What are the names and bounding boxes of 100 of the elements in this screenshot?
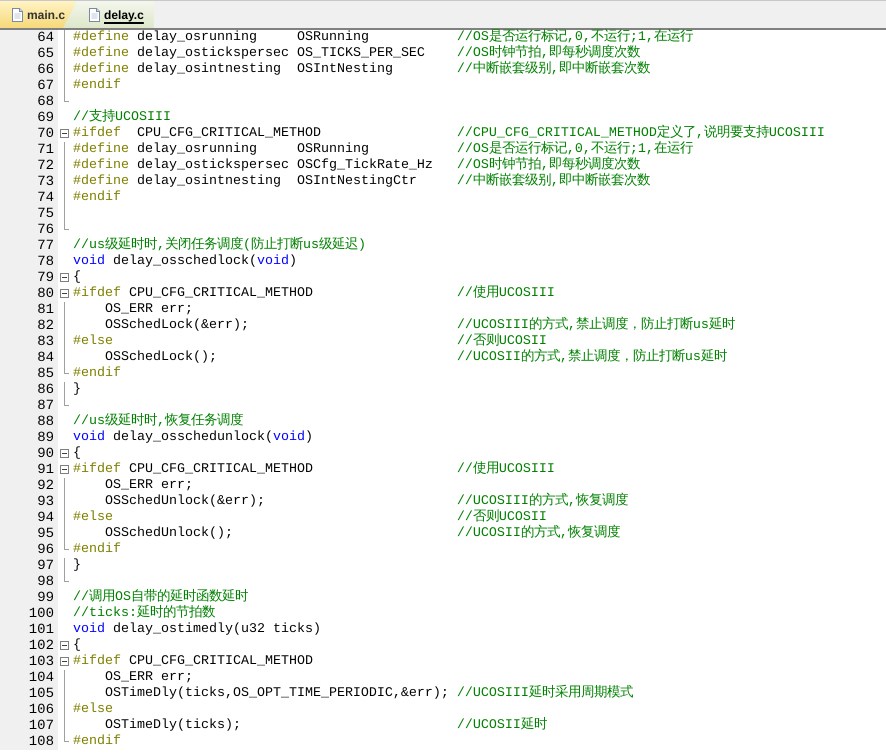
code-comment: //使用UCOSIII <box>456 462 555 478</box>
line-number: 88 <box>0 414 58 430</box>
code-text: OSSchedUnlock(&err); <box>104 494 265 510</box>
preprocessor-directive: #endif <box>73 190 121 206</box>
code-comment: //UCOSII的方式,恢复调度 <box>456 526 620 542</box>
code-text: ) <box>304 430 313 446</box>
line-number: 90 <box>0 446 58 462</box>
code-text: } <box>73 382 81 398</box>
file-tab[interactable]: delay.c <box>63 1 154 28</box>
line-number: 101 <box>0 622 58 638</box>
file-tab[interactable]: main.c <box>0 1 76 28</box>
preprocessor-directive: #else <box>73 702 113 718</box>
line-number: 98 <box>0 574 58 590</box>
preprocessor-directive: #ifdef <box>73 462 121 478</box>
line-number: 76 <box>0 222 58 238</box>
code-comment: //使用UCOSIII <box>456 286 555 302</box>
code-comment: //ticks:延时的节拍数 <box>73 606 215 622</box>
code-text: CPU_CFG_CRITICAL_METHOD <box>128 462 313 478</box>
preprocessor-directive: #endif <box>73 366 121 382</box>
code-text: delay_ostickspersec OS_TICKS_PER_SEC <box>136 46 425 62</box>
code-comment: //UCOSII延时 <box>456 718 547 734</box>
line-number: 91 <box>0 462 58 478</box>
line-number: 100 <box>0 606 58 622</box>
line-number: 89 <box>0 430 58 446</box>
line-number: 107 <box>0 718 58 734</box>
code-text: CPU_CFG_CRITICAL_METHOD <box>136 126 321 142</box>
line-number: 94 <box>0 510 58 526</box>
fold-end-mark <box>64 373 69 374</box>
line-number: 102 <box>0 638 58 654</box>
code-comment: //否则UCOSII <box>456 510 547 525</box>
code-comment: //OS时钟节拍,即每秒调度次数 <box>456 158 640 173</box>
code-keyword: void <box>73 254 105 270</box>
code-text: CPU_CFG_CRITICAL_METHOD <box>128 286 313 302</box>
line-number: 66 <box>0 62 58 78</box>
preprocessor-directive: #endif <box>73 78 121 94</box>
fold-end-mark <box>64 549 69 550</box>
line-number: 96 <box>0 542 58 558</box>
preprocessor-directive: #define <box>73 46 129 62</box>
preprocessor-directive: #else <box>73 334 113 350</box>
code-text: delay_osrunning OSRunning <box>136 30 369 46</box>
code-comment: //中断嵌套级别,即中断嵌套次数 <box>456 62 650 78</box>
line-number: 93 <box>0 494 58 510</box>
code-comment: //中断嵌套级别,即中断嵌套次数 <box>456 174 650 190</box>
file-icon <box>89 8 100 22</box>
code-text: OSSchedLock(&err); <box>104 318 249 334</box>
line-number: 78 <box>0 254 58 270</box>
code-comment: //OS是否运行标记,0,不运行;1,在运行 <box>456 30 693 45</box>
code-text: delay_ostickspersec OSCfg_TickRate_Hz <box>136 158 433 174</box>
line-number: 106 <box>0 702 58 718</box>
preprocessor-directive: #else <box>73 510 113 526</box>
line-number: 79 <box>0 270 58 286</box>
code-text: OS_ERR err; <box>104 478 193 494</box>
code-keyword: void <box>73 622 105 638</box>
preprocessor-directive: #ifdef <box>73 126 121 142</box>
line-number: 81 <box>0 302 58 318</box>
code-keyword: void <box>256 254 289 270</box>
preprocessor-directive: #ifdef <box>73 286 121 302</box>
code-text: delay_osschedunlock( <box>112 430 273 446</box>
code-comment: //UCOSIII的方式,禁止调度，防止打断us延时 <box>456 318 735 333</box>
code-text: { <box>73 446 81 462</box>
code-keyword: void <box>73 430 105 446</box>
code-text: ) <box>288 254 297 270</box>
line-number: 68 <box>0 94 58 110</box>
code-text: OSSchedUnlock(); <box>104 526 233 542</box>
code-text: CPU_CFG_CRITICAL_METHOD <box>128 654 313 670</box>
code-text: OS_ERR err; <box>104 670 193 686</box>
code-text: delay_osschedlock( <box>112 254 257 270</box>
fold-end-mark <box>64 581 69 582</box>
line-number: 87 <box>0 398 58 414</box>
code-text: delay_ostimedly(u32 ticks) <box>112 622 321 638</box>
code-text: delay_osintnesting OSIntNestingCtr <box>136 174 417 190</box>
code-text: OSSchedLock(); <box>104 350 217 366</box>
code-text: { <box>73 638 81 654</box>
preprocessor-directive: #define <box>73 174 129 190</box>
line-number: 67 <box>0 78 58 94</box>
code-comment: //否则UCOSII <box>456 334 547 349</box>
code-comment: //us级延时时,恢复任务调度 <box>73 414 243 430</box>
preprocessor-directive: #define <box>73 62 129 78</box>
preprocessor-directive: #endif <box>73 734 121 750</box>
code-text: { <box>73 270 81 286</box>
line-number: 86 <box>0 382 58 398</box>
fold-end-mark <box>64 229 69 230</box>
line-number: 85 <box>0 366 58 382</box>
line-number: 70 <box>0 126 58 142</box>
preprocessor-directive: #ifdef <box>73 654 121 670</box>
fold-end-mark <box>64 101 69 102</box>
line-number: 83 <box>0 334 58 350</box>
code-comment: //UCOSIII的方式,恢复调度 <box>456 494 628 509</box>
preprocessor-directive: #define <box>73 30 129 46</box>
line-number: 72 <box>0 158 58 174</box>
code-comment: //us级延时时,关闭任务调度(防止打断us级延迟) <box>73 238 366 254</box>
line-number: 64 <box>0 30 58 46</box>
code-comment: //UCOSII的方式,禁止调度，防止打断us延时 <box>456 350 727 366</box>
fold-collapse-icon[interactable] <box>60 129 69 138</box>
line-number: 74 <box>0 190 58 206</box>
line-number: 80 <box>0 286 58 302</box>
code-comment: //OS是否运行标记,0,不运行;1,在运行 <box>456 142 693 157</box>
code-keyword: void <box>272 430 305 446</box>
line-number: 99 <box>0 590 58 606</box>
code-text: } <box>73 558 81 574</box>
